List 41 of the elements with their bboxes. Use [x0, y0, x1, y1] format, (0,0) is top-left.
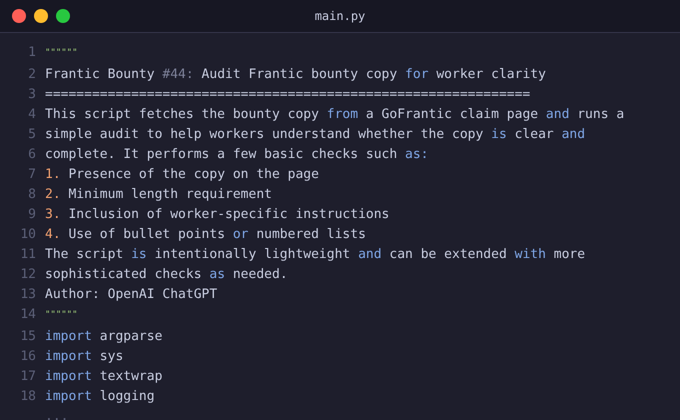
line-number: 15 [19, 328, 37, 346]
line-number: 5 [27, 126, 37, 144]
code-line: sophisticated checks as needed. [45, 266, 288, 284]
line-number: 14 [19, 306, 37, 324]
code-line: Frantic Bounty #44: Audit Frantic bounty copy for worker clarity [45, 66, 546, 84]
line-number: 6 [27, 146, 37, 164]
code-line: The script is intentionally lightweight and can be extended with more [45, 246, 586, 264]
maximize-button[interactable] [56, 9, 70, 23]
minimize-button[interactable] [34, 9, 48, 23]
line-number: 3 [27, 86, 37, 104]
code-line: 1. Presence of the copy on the page [45, 166, 319, 184]
code-line: import textwrap [45, 368, 162, 386]
line-number: 12 [19, 266, 37, 284]
code-line: simple audit to help workers understand whether the copy is clear and [45, 126, 586, 144]
code-line: """""" [45, 47, 78, 60]
code-line: 2. Minimum length requirement [45, 186, 272, 204]
code-line: Author: OpenAI ChatGPT [45, 286, 218, 304]
line-number: 17 [19, 368, 37, 386]
window-title: main.py [314, 9, 366, 23]
line-number: 16 [19, 348, 37, 366]
line-number: 4 [27, 106, 37, 124]
line-number: 8 [27, 186, 37, 204]
code-line: import argparse [45, 328, 162, 346]
code-line: This script fetches the bounty copy from a GoFrantic claim page and runs a [45, 106, 624, 124]
line-number: 1 [27, 44, 37, 62]
line-number: 9 [27, 206, 37, 224]
line-number: 11 [19, 246, 37, 264]
code-line: 4. Use of bullet points or numbered lists [45, 226, 366, 244]
code-line: import logging [45, 388, 155, 406]
ellipsis: ... [45, 408, 70, 420]
line-number: 2 [27, 66, 37, 84]
code-line: ============================================================== [45, 86, 530, 104]
line-number: 10 [19, 226, 37, 244]
close-button[interactable] [12, 9, 26, 23]
code-line: 3. Inclusion of worker-specific instructions [45, 206, 390, 224]
line-number: 13 [19, 286, 37, 304]
code-line: """""" [45, 309, 78, 322]
line-number: 7 [27, 166, 37, 184]
line-number: 18 [19, 388, 37, 406]
code-line: complete. It performs a few basic checks such as: [45, 146, 429, 164]
code-line: import sys [45, 348, 124, 366]
